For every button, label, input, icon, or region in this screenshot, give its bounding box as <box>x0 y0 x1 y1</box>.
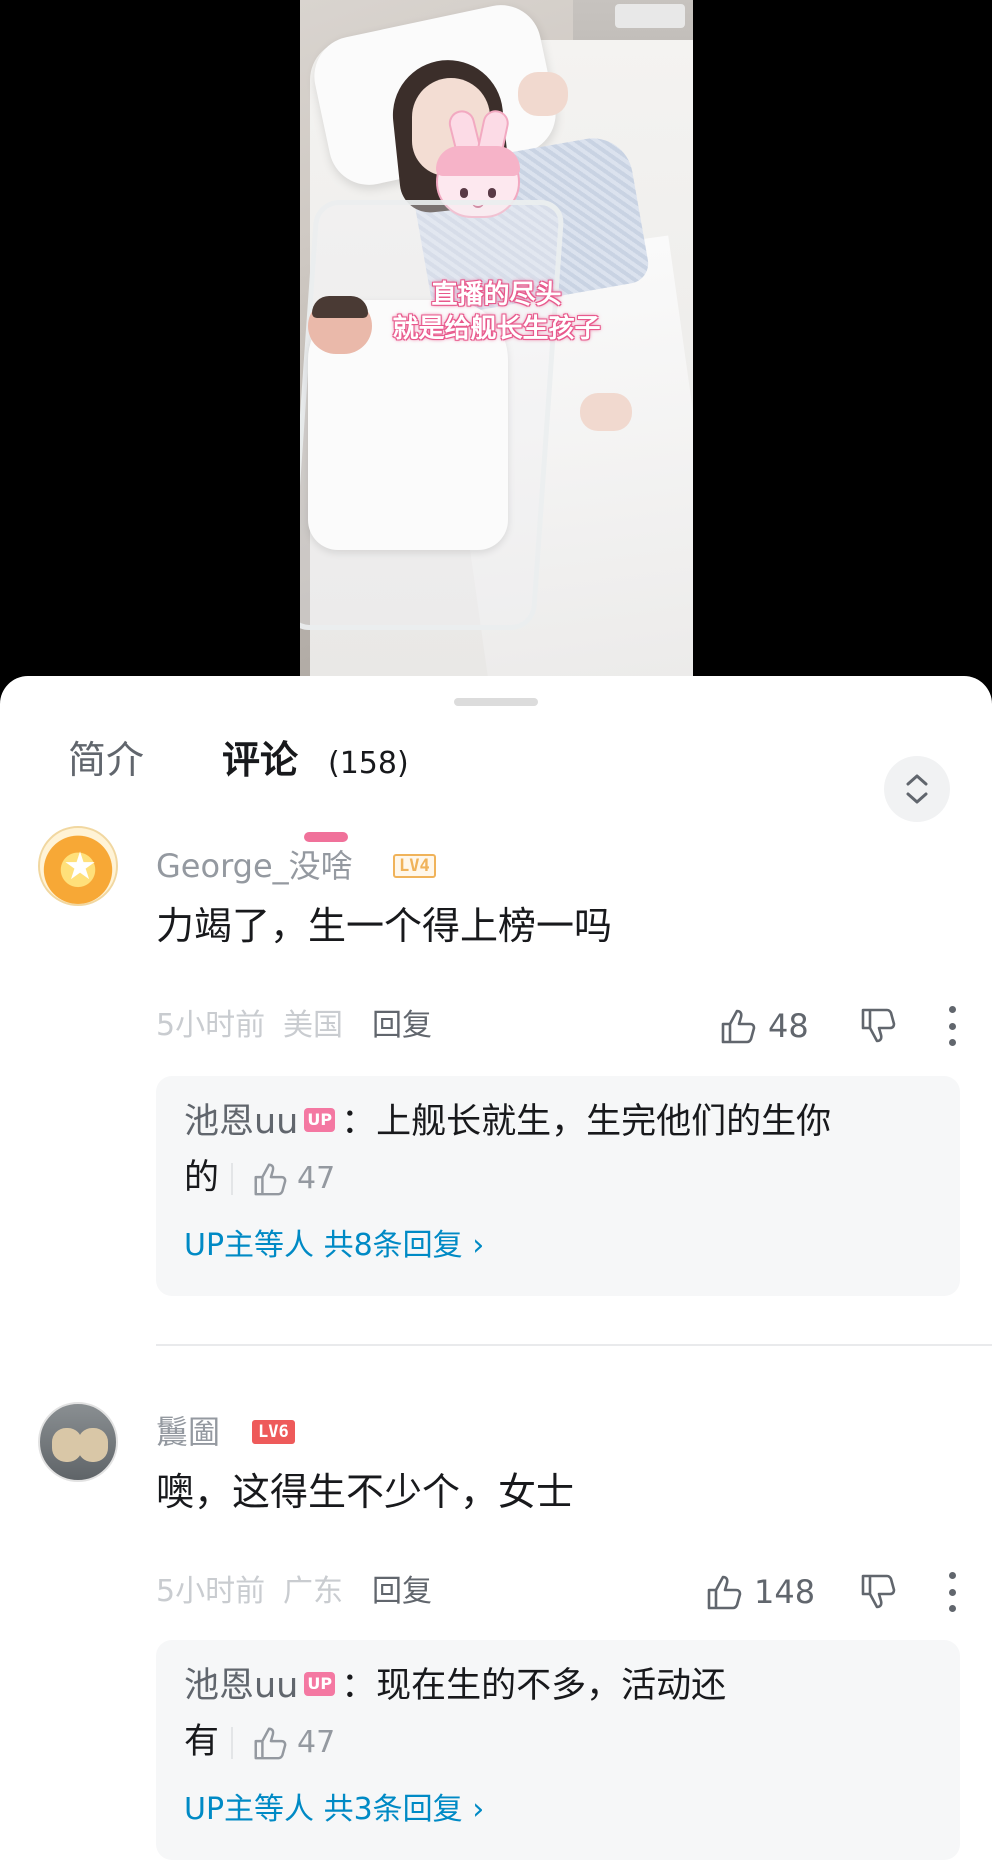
reply-like-count: 47 <box>297 1161 336 1196</box>
expand-icon <box>906 774 928 804</box>
video-frame[interactable]: 直播的尽头 就是给舰长生孩子 <box>300 0 693 676</box>
reply-text-cont: 有 <box>184 1722 220 1762</box>
avatar[interactable]: ★ <box>38 826 118 906</box>
up-badge: UP <box>304 1672 336 1696</box>
level-badge: LV4 <box>393 854 436 878</box>
like-button[interactable]: 48 <box>718 1006 809 1046</box>
tab-bar: 简介 评论 (158) <box>0 716 992 842</box>
reply-preview[interactable]: 池恩uu UP ：现在生的不多，活动还 有 47 UP主等人 共3条回复 › <box>156 1640 960 1860</box>
thumb-up-icon <box>707 1575 742 1610</box>
comment-username[interactable]: George_没啥 <box>156 846 353 886</box>
comment-username[interactable]: 鬞圗 <box>156 1412 220 1452</box>
up-badge: UP <box>304 1108 336 1132</box>
expand-button[interactable] <box>884 756 950 822</box>
thumb-up-icon <box>254 1727 287 1760</box>
video-player[interactable]: 直播的尽头 就是给舰长生孩子 <box>0 0 992 690</box>
comment-text: 噢，这得生不少个，女士 <box>156 1470 575 1514</box>
thumb-down-icon <box>861 1008 896 1043</box>
more-replies-label: UP主等人 共8条回复 <box>184 1228 463 1263</box>
thumb-down-icon <box>861 1574 896 1609</box>
reply-line-1: 池恩uu UP ：上舰长就生，生完他们的生你 <box>184 1092 932 1152</box>
comments-sheet: 简介 评论 (158) ★ George_没啥 LV4 力竭了，生一个得上榜一吗… <box>0 676 992 1872</box>
comments-count: (158) <box>328 746 409 781</box>
video-caption: 直播的尽头 就是给舰长生孩子 <box>300 278 693 346</box>
reply-preview[interactable]: 池恩uu UP ：上舰长就生，生完他们的生你 的 47 UP主等人 共8条回复 › <box>156 1076 960 1296</box>
dog-icon <box>78 1428 108 1462</box>
comment-location: 广东 <box>283 1574 343 1609</box>
tab-intro[interactable]: 简介 <box>68 738 144 782</box>
dislike-button[interactable] <box>858 1006 898 1050</box>
reply-like-count: 47 <box>297 1725 336 1760</box>
dislike-button[interactable] <box>858 1572 898 1616</box>
like-button[interactable]: 148 <box>704 1572 815 1612</box>
level-badge: LV6 <box>252 1420 295 1444</box>
comment-time: 5小时前 <box>156 1008 266 1043</box>
more-icon[interactable] <box>944 1572 960 1612</box>
reply-text: ：上舰长就生，生完他们的生你 <box>341 1102 832 1142</box>
comment-location: 美国 <box>283 1008 343 1043</box>
reply-button[interactable]: 回复 <box>372 1008 432 1044</box>
like-count: 148 <box>754 1573 816 1611</box>
monitor-device <box>615 4 685 28</box>
like-count: 48 <box>768 1007 809 1045</box>
more-icon[interactable] <box>944 1006 960 1046</box>
reply-line-2: 的 47 <box>184 1148 932 1209</box>
reply-like-button[interactable]: 47 <box>251 1713 335 1773</box>
comment-text: 力竭了，生一个得上榜一吗 <box>156 904 613 948</box>
reply-author[interactable]: 池恩uu <box>184 1102 298 1142</box>
resting-hand <box>580 393 632 431</box>
chevron-right-icon: › <box>472 1228 485 1263</box>
reply-text: ：现在生的不多，活动还 <box>341 1666 727 1706</box>
reply-like-button[interactable]: 47 <box>251 1149 335 1209</box>
thumb-up-icon <box>254 1163 287 1196</box>
reply-line-2: 有 47 <box>184 1712 932 1773</box>
comment-time: 5小时前 <box>156 1574 266 1609</box>
star-icon: ★ <box>62 844 98 888</box>
thumb-up-icon <box>721 1009 756 1044</box>
comment-divider <box>156 1344 992 1346</box>
view-more-replies[interactable]: UP主等人 共8条回复 › <box>184 1226 484 1266</box>
caption-line-1: 直播的尽头 <box>431 280 562 310</box>
avatar[interactable] <box>38 1402 118 1482</box>
view-more-replies[interactable]: UP主等人 共3条回复 › <box>184 1790 484 1830</box>
reply-text-cont: 的 <box>184 1158 220 1198</box>
caption-line-2: 就是给舰长生孩子 <box>392 314 601 344</box>
reply-button[interactable]: 回复 <box>372 1574 432 1610</box>
reply-author[interactable]: 池恩uu <box>184 1666 298 1706</box>
sheet-grabber[interactable] <box>454 698 538 706</box>
reply-line-1: 池恩uu UP ：现在生的不多，活动还 <box>184 1656 932 1716</box>
tab-comments[interactable]: 评论 <box>222 738 298 782</box>
chevron-right-icon: › <box>472 1792 485 1827</box>
tab-indicator <box>304 832 348 842</box>
more-replies-label: UP主等人 共3条回复 <box>184 1792 463 1827</box>
